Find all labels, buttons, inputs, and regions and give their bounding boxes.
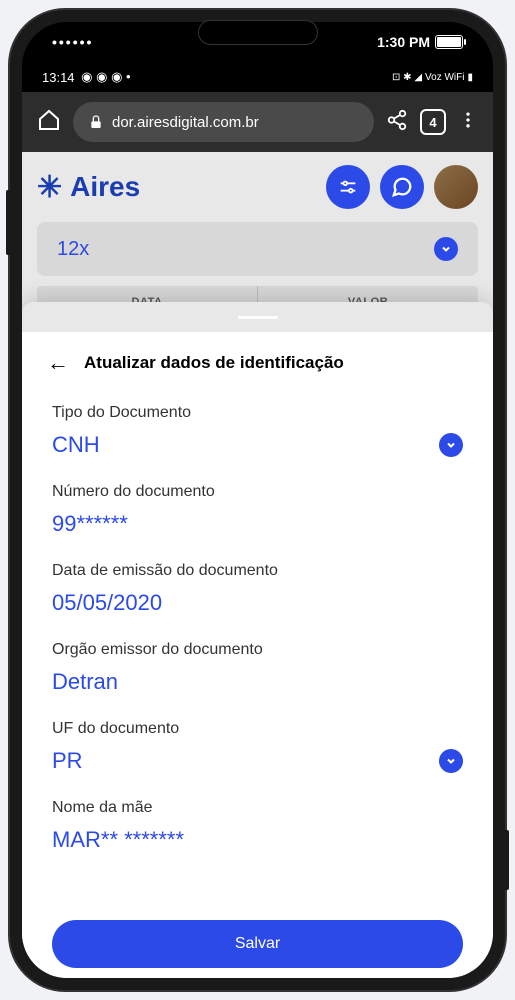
power-button <box>505 830 509 890</box>
label-uf: UF do documento <box>52 720 463 738</box>
settings-button[interactable] <box>326 165 370 209</box>
brand-logo[interactable]: ✳ Aires <box>37 170 140 205</box>
nfc-icon: ⊡ ✱ ◢ <box>392 72 422 83</box>
network-label: Voz WiFi <box>425 72 464 83</box>
phone-notch <box>198 20 318 45</box>
back-arrow-icon[interactable]: ← <box>47 350 69 376</box>
field-tipo-documento[interactable]: Tipo do Documento CNH <box>52 404 463 458</box>
android-status-bar: 13:14 ◉ ◉ ◉ • ⊡ ✱ ◢ Voz WiFi ▮ <box>22 62 493 92</box>
status-time: 1:30 PM <box>377 34 430 50</box>
label-numero: Número do documento <box>52 483 463 501</box>
app-viewport: ✳ Aires 12x <box>22 152 493 978</box>
tabs-button[interactable]: 4 <box>420 109 446 135</box>
save-button[interactable]: Salvar <box>52 920 463 968</box>
label-tipo: Tipo do Documento <box>52 404 463 422</box>
value-tipo: CNH <box>52 432 100 458</box>
chrome-icon: ◉ ◉ ◉ • <box>78 69 131 85</box>
url-bar[interactable]: dor.airesdigital.com.br <box>73 102 374 142</box>
sheet-handle <box>238 316 278 319</box>
app-header: ✳ Aires <box>22 152 493 222</box>
form-body[interactable]: Tipo do Documento CNH Número do document… <box>22 394 493 920</box>
chevron-down-icon <box>439 749 463 773</box>
sheet-header: ← Atualizar dados de identificação <box>22 332 493 394</box>
signal-dots: •••••• <box>52 34 93 50</box>
value-nome-mae: MAR** ******* <box>52 827 184 852</box>
home-icon[interactable] <box>37 108 61 137</box>
chat-button[interactable] <box>380 165 424 209</box>
value-uf: PR <box>52 748 83 774</box>
volume-button <box>6 190 10 255</box>
chevron-down-icon <box>439 433 463 457</box>
value-orgao: Detran <box>52 669 118 694</box>
installments-value: 12x <box>57 238 89 261</box>
value-data-emissao: 05/05/2020 <box>52 590 162 615</box>
field-numero-documento[interactable]: Número do documento 99****** <box>52 483 463 537</box>
android-time: 13:14 <box>42 70 75 85</box>
url-text: dor.airesdigital.com.br <box>112 114 259 131</box>
brand-name: Aires <box>70 171 140 203</box>
sheet-handle-area[interactable] <box>22 302 493 332</box>
chevron-down-icon <box>434 237 458 261</box>
browser-toolbar: dor.airesdigital.com.br 4 <box>22 92 493 152</box>
battery-icon <box>435 35 463 49</box>
lock-icon <box>88 114 104 130</box>
sheet-title: Atualizar dados de identificação <box>84 353 344 373</box>
menu-icon[interactable] <box>458 110 478 135</box>
installments-card[interactable]: 12x <box>37 222 478 276</box>
bottom-sheet: ← Atualizar dados de identificação Tipo … <box>22 302 493 978</box>
label-data-emissao: Data de emissão do documento <box>52 562 463 580</box>
brand-icon: ✳ <box>37 170 62 205</box>
share-icon[interactable] <box>386 109 408 136</box>
field-uf-documento[interactable]: UF do documento PR <box>52 720 463 774</box>
avatar[interactable] <box>434 165 478 209</box>
phone-frame: •••••• 1:30 PM 13:14 ◉ ◉ ◉ • ⊡ ✱ ◢ Voz W… <box>10 10 505 990</box>
label-orgao: Orgão emissor do documento <box>52 641 463 659</box>
field-orgao-emissor[interactable]: Orgão emissor do documento Detran <box>52 641 463 695</box>
value-numero: 99****** <box>52 511 128 536</box>
phone-screen: •••••• 1:30 PM 13:14 ◉ ◉ ◉ • ⊡ ✱ ◢ Voz W… <box>22 22 493 978</box>
android-battery-icon: ▮ <box>467 72 473 83</box>
field-data-emissao[interactable]: Data de emissão do documento 05/05/2020 <box>52 562 463 616</box>
field-nome-mae[interactable]: Nome da mãe MAR** ******* <box>52 799 463 853</box>
label-nome-mae: Nome da mãe <box>52 799 463 817</box>
